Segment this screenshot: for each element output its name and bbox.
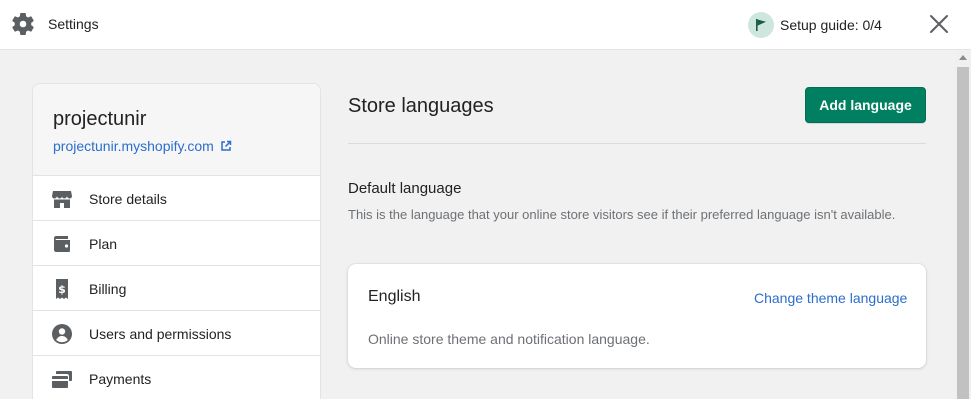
setup-guide-label: Setup guide: 0/4 bbox=[780, 17, 882, 33]
gear-icon bbox=[12, 13, 34, 35]
store-url-text: projectunir.myshopify.com bbox=[53, 138, 214, 154]
section-heading: Store languages bbox=[348, 95, 494, 117]
default-language-title: Default language bbox=[348, 180, 462, 197]
wallet-icon bbox=[54, 236, 70, 252]
flag-icon bbox=[748, 12, 774, 38]
store-icon bbox=[52, 191, 72, 208]
top-bar: Settings Setup guide: 0/4 bbox=[0, 0, 971, 50]
sidebar-item-label: Store details bbox=[89, 191, 167, 207]
default-language-description: This is the language that your online st… bbox=[348, 207, 896, 222]
language-name: English bbox=[368, 288, 421, 305]
divider bbox=[348, 143, 926, 144]
setup-guide-button[interactable]: Setup guide: 0/4 bbox=[748, 12, 882, 38]
scrollbar-thumb[interactable] bbox=[957, 67, 969, 399]
user-icon bbox=[52, 324, 72, 344]
language-card: English Change theme language Online sto… bbox=[348, 264, 926, 368]
sidebar-item-label: Payments bbox=[89, 371, 152, 387]
sidebar-item-store-details[interactable]: Store details bbox=[33, 176, 320, 221]
sidebar-item-label: Plan bbox=[89, 236, 118, 252]
sidebar-item-plan[interactable]: Plan bbox=[33, 221, 320, 266]
sidebar-item-label: Users and permissions bbox=[89, 326, 232, 342]
payment-icon bbox=[52, 371, 72, 388]
external-link-icon bbox=[221, 140, 232, 151]
sidebar-item-payments[interactable]: Payments bbox=[33, 356, 320, 399]
language-note: Online store theme and notification lang… bbox=[368, 331, 650, 347]
receipt-icon: $ bbox=[56, 279, 68, 299]
page-title: Settings bbox=[48, 16, 99, 32]
store-name: projectunir bbox=[53, 108, 147, 130]
store-header: projectunir projectunir.myshopify.com bbox=[33, 84, 320, 176]
scrollbar[interactable] bbox=[955, 51, 971, 399]
scroll-up-arrow-icon[interactable] bbox=[959, 55, 967, 60]
settings-sidebar: projectunir projectunir.myshopify.com St… bbox=[32, 83, 321, 399]
change-theme-language-link[interactable]: Change theme language bbox=[754, 290, 907, 306]
close-icon[interactable] bbox=[928, 13, 950, 35]
add-language-button[interactable]: Add language bbox=[805, 87, 926, 123]
store-url-link[interactable]: projectunir.myshopify.com bbox=[53, 138, 232, 154]
sidebar-item-label: Billing bbox=[89, 281, 127, 297]
sidebar-item-billing[interactable]: $ Billing bbox=[33, 266, 320, 311]
svg-text:$: $ bbox=[58, 283, 66, 296]
sidebar-item-users-and-permissions[interactable]: Users and permissions bbox=[33, 311, 320, 356]
